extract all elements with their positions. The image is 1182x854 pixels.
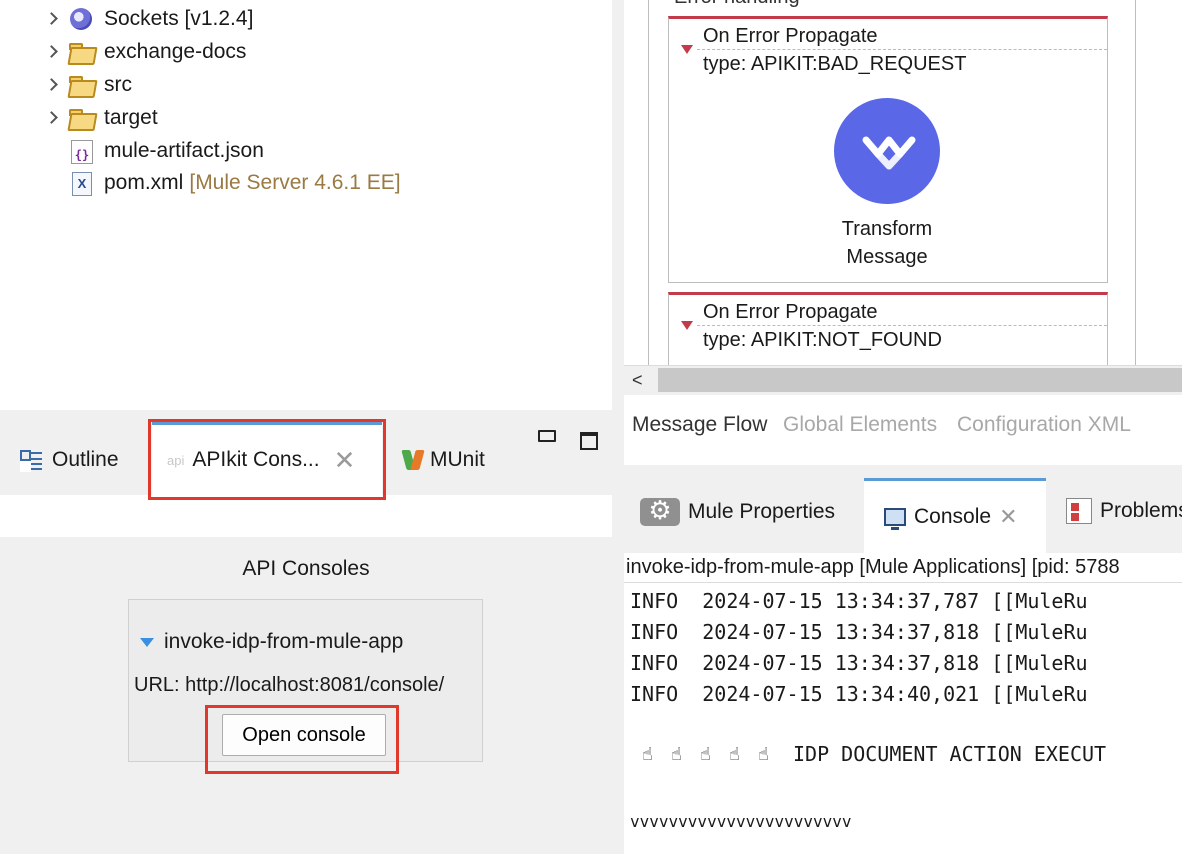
chevron-right-icon[interactable] [44, 77, 60, 93]
tab-label: MUnit [430, 448, 485, 471]
tree-item-label: target [104, 106, 158, 129]
view-divider[interactable] [612, 0, 624, 854]
banner-text: IDP DOCUMENT ACTION EXECUT [793, 742, 1107, 766]
tree-item-target[interactable]: target [44, 103, 158, 133]
log-line: INFO 2024-07-15 13:34:37,818 [[MuleRu [630, 651, 1088, 675]
socket-connector-icon [68, 7, 94, 31]
hand-icon: ☝ [671, 743, 682, 765]
scroll-left-icon[interactable]: < [632, 370, 643, 391]
tab-outline[interactable]: Outline [18, 440, 119, 480]
chevron-right-icon[interactable] [44, 11, 60, 27]
hand-icon: ☝ [642, 743, 653, 765]
handler-title: On Error Propagate [703, 25, 878, 47]
project-explorer: Sockets [v1.2.4] exchange-docs src targe… [0, 0, 612, 410]
error-handling-label: Error handling [674, 0, 800, 9]
transform-message-icon[interactable] [834, 98, 940, 204]
expand-triangle-icon[interactable] [140, 637, 154, 647]
chevron-right-icon[interactable] [44, 110, 60, 126]
xml-file-icon [68, 171, 94, 196]
tab-problems[interactable]: Problems [1066, 498, 1182, 524]
on-error-propagate-not-found[interactable]: On Error Propagate type: APIKIT:NOT_FOUN… [668, 292, 1108, 372]
handler-title: On Error Propagate [703, 301, 878, 323]
tab-global-elements[interactable]: Global Elements [783, 413, 937, 437]
console-trailer: vvvvvvvvvvvvvvvvvvvvvvv [630, 812, 852, 831]
log-line: INFO 2024-07-15 13:34:40,021 [[MuleRu [630, 682, 1088, 706]
scrollbar-thumb[interactable] [658, 368, 1182, 392]
collapse-triangle-icon[interactable] [681, 321, 693, 330]
tree-item-label: exchange-docs [104, 40, 247, 63]
tree-item-mule-artifact[interactable]: mule-artifact.json [44, 136, 264, 166]
hand-icon: ☝ [729, 743, 740, 765]
tree-item-exchange-docs[interactable]: exchange-docs [44, 37, 246, 67]
tree-item-label: Sockets [v1.2.4] [104, 7, 254, 30]
tree-item-pom[interactable]: pom.xml [Mule Server 4.6.1 EE] [44, 168, 401, 198]
tab-label: Console [914, 505, 992, 528]
api-console-url: URL: http://localhost:8081/console/ [134, 674, 445, 696]
tab-label: Mule Properties [688, 500, 836, 523]
tree-item-label: mule-artifact.json [104, 139, 264, 162]
close-icon[interactable]: ✕ [999, 506, 1017, 528]
folder-icon [68, 73, 94, 97]
problems-icon [1066, 498, 1092, 524]
tree-item-label: src [104, 73, 132, 96]
gear-icon [640, 495, 680, 526]
tab-message-flow[interactable]: Message Flow [632, 413, 767, 437]
log-line: INFO 2024-07-15 13:34:37,787 [[MuleRu [630, 589, 1088, 613]
minimize-view-button[interactable] [538, 430, 556, 442]
api-app-entry[interactable]: invoke-idp-from-mule-app [140, 630, 403, 654]
panel-spacer [0, 495, 612, 537]
tab-configuration-xml[interactable]: Configuration XML [957, 413, 1131, 437]
munit-icon [402, 448, 426, 472]
tab-label: Outline [52, 448, 119, 471]
hand-icon: ☝ [700, 743, 711, 765]
tree-item-src[interactable]: src [44, 70, 132, 100]
chevron-right-icon[interactable] [44, 44, 60, 60]
tab-munit[interactable]: MUnit [402, 440, 485, 480]
console-process-header: invoke-idp-from-mule-app [Mule Applicati… [624, 553, 1182, 583]
log-line: INFO 2024-07-15 13:34:37,818 [[MuleRu [630, 620, 1088, 644]
api-consoles-title: API Consoles [242, 557, 370, 580]
highlight-apikit-tab [148, 419, 386, 500]
handler-type: type: APIKIT:NOT_FOUND [703, 329, 942, 351]
maximize-view-button[interactable] [580, 432, 598, 450]
runtime-suffix: [Mule Server 4.6.1 EE] [189, 171, 401, 194]
console-monitor-icon [884, 508, 906, 530]
handler-type: type: APIKIT:BAD_REQUEST [703, 53, 967, 75]
api-app-name: invoke-idp-from-mule-app [164, 630, 404, 653]
folder-icon [68, 106, 94, 130]
highlight-open-console [205, 705, 399, 774]
tree-item-label: pom.xml [104, 171, 184, 194]
transform-message-label: Transform Message [841, 218, 933, 268]
tab-label: Problems [1100, 499, 1182, 522]
collapse-triangle-icon[interactable] [681, 45, 693, 54]
hand-icon: ☝ [758, 743, 769, 765]
tree-item-sockets[interactable]: Sockets [v1.2.4] [44, 4, 253, 34]
outline-icon [18, 447, 44, 473]
json-file-icon [68, 139, 94, 164]
console-banner: ☝ ☝ ☝ ☝ ☝ IDP DOCUMENT ACTION EXECUT [642, 742, 1106, 766]
folder-icon [68, 40, 94, 64]
tab-mule-properties[interactable]: Mule Properties [640, 495, 836, 526]
tab-console[interactable]: Console ✕ [864, 478, 1046, 553]
